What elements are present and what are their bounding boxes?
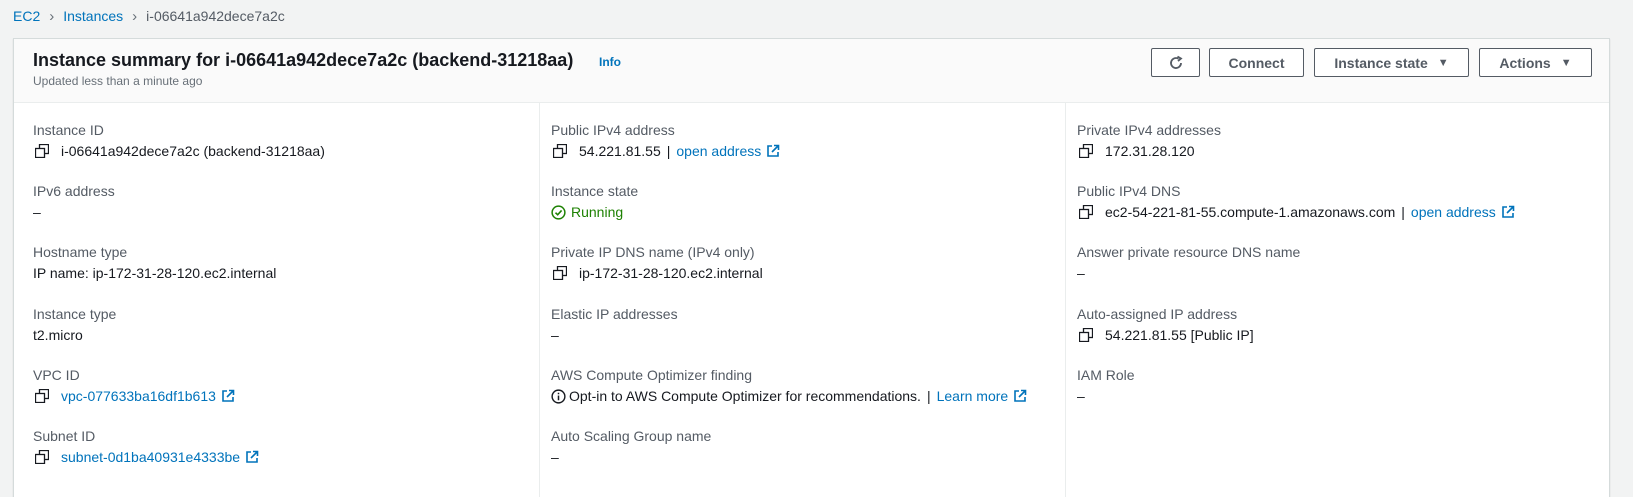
copy-icon[interactable] bbox=[553, 266, 567, 280]
page-title: Instance summary for i-06641a942dece7a2c… bbox=[33, 50, 574, 70]
elastic-ip-value: – bbox=[551, 327, 559, 343]
breadcrumb-current: i-06641a942dece7a2c bbox=[146, 8, 285, 24]
external-link-icon[interactable] bbox=[1013, 389, 1027, 403]
field-label: Subnet ID bbox=[33, 428, 96, 444]
separator: | bbox=[666, 143, 671, 159]
instance-id-value: i-06641a942dece7a2c (backend-31218aa) bbox=[61, 143, 325, 159]
field-label: VPC ID bbox=[33, 367, 80, 383]
learn-more-link[interactable]: Learn more bbox=[937, 385, 1009, 407]
caret-down-icon: ▼ bbox=[1437, 56, 1449, 69]
field-label: Private IP DNS name (IPv4 only) bbox=[551, 244, 755, 260]
private-ipv4-field: Private IPv4 addresses 172.31.28.120 bbox=[1077, 120, 1221, 164]
open-address-link[interactable]: open address bbox=[1411, 201, 1496, 223]
details-column-2: Public IPv4 address 54.221.81.55 | open … bbox=[539, 103, 1064, 497]
external-link-icon[interactable] bbox=[1501, 205, 1515, 219]
subnet-id-link[interactable]: subnet-0d1ba40931e4333be bbox=[61, 446, 240, 468]
private-ipv4-value: 172.31.28.120 bbox=[1105, 143, 1195, 159]
private-dns-field: Private IP DNS name (IPv4 only) ip-172-3… bbox=[551, 242, 763, 286]
chevron-right-icon: › bbox=[49, 7, 55, 25]
hostname-type-value: IP name: ip-172-31-28-120.ec2.internal bbox=[33, 265, 277, 281]
instance-type-field: Instance type t2.micro bbox=[33, 304, 116, 348]
vpc-id-link[interactable]: vpc-077633ba16df1b613 bbox=[61, 385, 216, 407]
breadcrumb-ec2-link[interactable]: EC2 bbox=[13, 8, 40, 24]
copy-icon[interactable] bbox=[1079, 328, 1093, 342]
ipv6-field: IPv6 address – bbox=[33, 181, 115, 225]
status-running: Running bbox=[571, 204, 624, 220]
instance-state-dropdown[interactable]: Instance state ▼ bbox=[1314, 48, 1469, 77]
copy-icon[interactable] bbox=[35, 389, 49, 403]
field-label: Elastic IP addresses bbox=[551, 306, 678, 322]
instance-id-field: Instance ID i-06641a942dece7a2c (backend… bbox=[33, 120, 325, 164]
field-label: IPv6 address bbox=[33, 183, 115, 199]
field-label: Auto-assigned IP address bbox=[1077, 306, 1238, 322]
private-dns-value: ip-172-31-28-120.ec2.internal bbox=[579, 265, 763, 281]
auto-ip-value: 54.221.81.55 [Public IP] bbox=[1105, 327, 1254, 343]
optimizer-value: Opt-in to AWS Compute Optimizer for reco… bbox=[569, 388, 921, 404]
elastic-ip-field: Elastic IP addresses – bbox=[551, 304, 678, 348]
public-ipv4-field: Public IPv4 address 54.221.81.55 | open … bbox=[551, 120, 780, 164]
vpc-id-field: VPC ID vpc-077633ba16df1b613 bbox=[33, 365, 235, 409]
open-address-link[interactable]: open address bbox=[676, 140, 761, 162]
connect-button-label: Connect bbox=[1228, 54, 1285, 71]
optimizer-field: AWS Compute Optimizer finding Opt-in to … bbox=[551, 365, 1027, 409]
actions-label: Actions bbox=[1499, 54, 1551, 71]
field-label: Auto Scaling Group name bbox=[551, 428, 712, 444]
field-label: Instance type bbox=[33, 306, 117, 322]
answer-dns-value: – bbox=[1077, 265, 1085, 281]
answer-dns-field: Answer private resource DNS name – bbox=[1077, 242, 1300, 286]
actions-dropdown[interactable]: Actions ▼ bbox=[1479, 48, 1592, 77]
field-label: Public IPv4 address bbox=[551, 122, 675, 138]
asg-name-field: Auto Scaling Group name – bbox=[551, 426, 711, 470]
public-dns-value: ec2-54-221-81-55.compute-1.amazonaws.com bbox=[1105, 204, 1396, 220]
refresh-button[interactable] bbox=[1151, 48, 1200, 77]
instance-state-label: Instance state bbox=[1334, 54, 1428, 71]
instance-summary-panel: Instance summary for i-06641a942dece7a2c… bbox=[13, 38, 1610, 497]
panel-header: Instance summary for i-06641a942dece7a2c… bbox=[14, 39, 1609, 103]
asg-name-value: – bbox=[551, 449, 559, 465]
field-label: Private IPv4 addresses bbox=[1077, 122, 1221, 138]
refresh-icon bbox=[1169, 55, 1183, 69]
hostname-type-field: Hostname type IP name: ip-172-31-28-120.… bbox=[33, 242, 276, 286]
separator: | bbox=[1401, 204, 1405, 220]
info-circle-icon bbox=[551, 388, 566, 404]
check-circle-icon bbox=[551, 204, 566, 220]
separator: | bbox=[926, 388, 931, 404]
external-link-icon[interactable] bbox=[245, 450, 259, 464]
details-column-1: Instance ID i-06641a942dece7a2c (backend… bbox=[14, 103, 539, 497]
details-column-3: Private IPv4 addresses 172.31.28.120 Pub… bbox=[1065, 103, 1590, 497]
copy-icon[interactable] bbox=[1079, 144, 1093, 158]
info-link[interactable]: Info bbox=[599, 55, 621, 69]
breadcrumb: EC2 › Instances › i-06641a942dece7a2c bbox=[13, 6, 285, 26]
caret-down-icon: ▼ bbox=[1560, 56, 1572, 69]
copy-icon[interactable] bbox=[1079, 205, 1093, 219]
field-label: IAM Role bbox=[1077, 367, 1135, 383]
iam-role-value: – bbox=[1077, 388, 1085, 404]
public-ipv4-value: 54.221.81.55 bbox=[579, 143, 661, 159]
auto-ip-field: Auto-assigned IP address 54.221.81.55 [P… bbox=[1077, 304, 1254, 348]
subnet-id-field: Subnet ID subnet-0d1ba40931e4333be bbox=[33, 426, 259, 470]
instance-type-value: t2.micro bbox=[33, 327, 83, 343]
breadcrumb-instances-link[interactable]: Instances bbox=[63, 8, 123, 24]
instance-state-field: Instance state Running bbox=[551, 181, 638, 225]
external-link-icon[interactable] bbox=[766, 144, 780, 158]
iam-role-field: IAM Role – bbox=[1077, 365, 1135, 409]
field-label: Answer private resource DNS name bbox=[1077, 244, 1301, 260]
chevron-right-icon: › bbox=[132, 7, 138, 25]
field-label: AWS Compute Optimizer finding bbox=[551, 367, 752, 383]
connect-button[interactable]: Connect bbox=[1209, 48, 1304, 77]
public-dns-field: Public IPv4 DNS ec2-54-221-81-55.compute… bbox=[1077, 181, 1515, 225]
updated-timestamp: Updated less than a minute ago bbox=[33, 74, 203, 88]
copy-icon[interactable] bbox=[35, 144, 49, 158]
copy-icon[interactable] bbox=[553, 144, 567, 158]
field-label: Public IPv4 DNS bbox=[1077, 183, 1181, 199]
field-label: Hostname type bbox=[33, 244, 128, 260]
external-link-icon[interactable] bbox=[221, 389, 235, 403]
copy-icon[interactable] bbox=[35, 450, 49, 464]
field-label: Instance state bbox=[551, 183, 639, 199]
field-label: Instance ID bbox=[33, 122, 104, 138]
ipv6-value: – bbox=[33, 204, 41, 220]
